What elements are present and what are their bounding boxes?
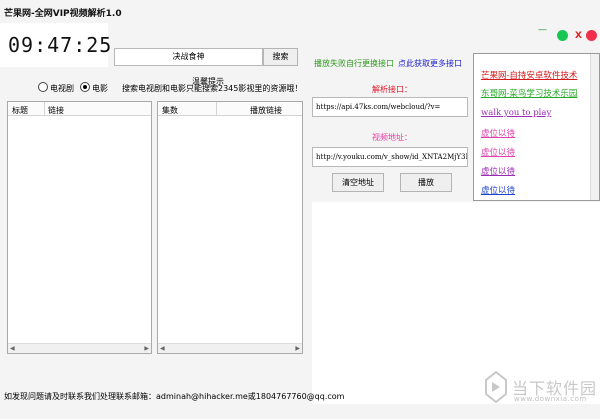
links-scrollbar[interactable] [590,54,599,200]
radio-tv-label: 电视剧 [50,84,74,93]
video-url-input[interactable]: http://v.youku.com/v_show/id_XNTA2MjY3N [312,147,468,167]
column-link[interactable]: 链接 [48,105,64,116]
search-button[interactable]: 搜索 [263,48,298,66]
clock-display: 09:47:25 [0,23,111,67]
close-x-label[interactable]: X [575,31,582,41]
green-status-dot[interactable] [557,30,568,41]
link-item[interactable]: 虚位以待 [481,165,515,177]
link-item[interactable]: 虚位以待 [481,127,515,139]
minimize-button[interactable]: — [538,26,552,37]
video-player-area[interactable] [312,202,600,404]
link-item[interactable]: walk you to play [481,108,551,118]
radio-movie[interactable] [80,82,90,92]
column-episode[interactable]: 集数 [162,105,178,116]
api-label: 解析接口： [372,85,412,94]
episode-list[interactable]: 集数 播放链接 ◀ ▶ [157,101,303,354]
episode-list-scrollbar[interactable]: ◀ ▶ [158,343,302,353]
column-divider [216,102,217,116]
link-item[interactable]: 虚位以待 [481,146,515,158]
column-title[interactable]: 标题 [12,105,28,116]
watermark-url: www.downxia.com [514,395,587,403]
fail-hint: 播放失败自行更换接口 [314,59,394,68]
tip-text: 搜索电视剧和电影只能搜索2345影视里的资源哦！ [122,84,303,93]
search-input[interactable]: 决战食神 [114,48,263,66]
search-results-scrollbar[interactable]: ◀ ▶ [8,343,151,353]
search-results-header: 标题 链接 [8,102,151,116]
play-button[interactable]: 播放 [400,173,452,192]
watermark-logo-icon [485,370,507,404]
api-input[interactable]: https://api.47ks.com/webcloud/?v= [312,97,468,117]
radio-tv[interactable] [38,82,48,92]
close-button[interactable] [586,30,597,41]
episode-list-header: 集数 播放链接 [158,102,302,116]
link-item[interactable]: 虚位以待 [481,184,515,196]
column-play-link[interactable]: 播放链接 [250,105,282,116]
column-divider [44,102,45,116]
link-item[interactable]: 东哥网-菜鸟学习技术乐园 [481,87,577,99]
search-results-list[interactable]: 标题 链接 ◀ ▶ [7,101,152,354]
links-panel: 芒果网-自持安卓软件技术 东哥网-菜鸟学习技术乐园 walk you to pl… [473,53,600,201]
clear-button[interactable]: 清空地址 [332,173,384,192]
radio-movie-label: 电影 [92,84,108,93]
scroll-left-icon[interactable]: ◀ [10,345,15,352]
scroll-left-icon[interactable]: ◀ [160,345,165,352]
more-api-link[interactable]: 点此获取更多接口 [398,58,462,69]
video-label: 视频地址： [372,133,412,142]
link-item[interactable]: 芒果网-自持安卓软件技术 [481,69,577,81]
title-bar: 芒果网-全网VIP视频解析1.0 [0,0,600,22]
window-title: 芒果网-全网VIP视频解析1.0 [4,9,122,19]
scroll-right-icon[interactable]: ▶ [295,345,300,352]
footer-contact: 如发现问题请及时联系我们处理联系邮箱：adminah@hihacker.me或1… [4,392,345,401]
scroll-right-icon[interactable]: ▶ [144,345,149,352]
